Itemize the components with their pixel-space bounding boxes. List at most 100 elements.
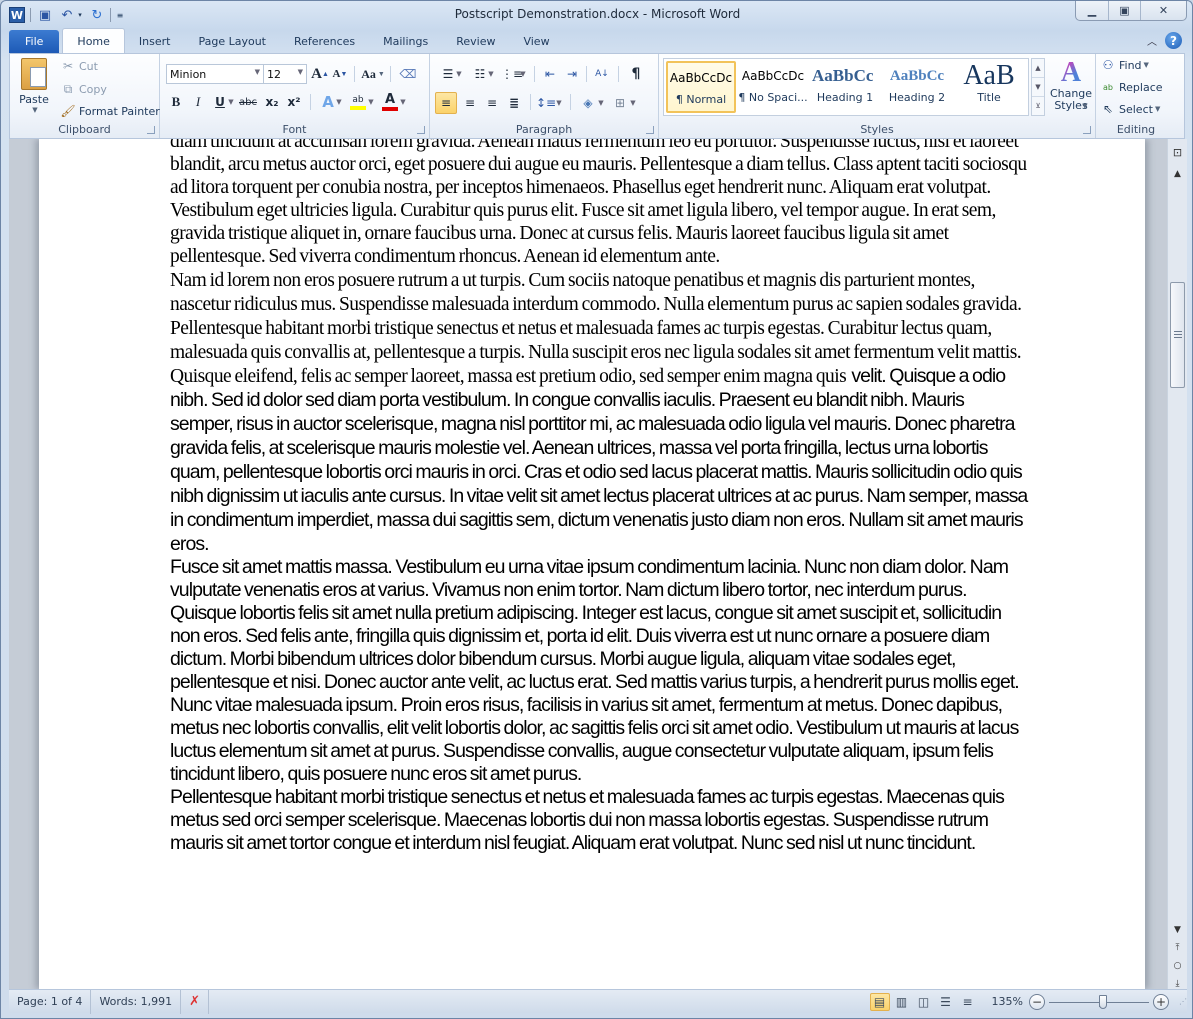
style-no-spacing[interactable]: AaBbCcDc ¶ No Spaci...	[738, 61, 808, 113]
shading-icon[interactable]: ◈	[578, 93, 598, 113]
align-left-button[interactable]: ≡	[435, 92, 457, 114]
borders-dropdown-icon[interactable]: ▼	[628, 93, 638, 113]
underline-dropdown-icon[interactable]: ▼	[226, 92, 236, 112]
minimize-ribbon-icon[interactable]: ︿	[1147, 33, 1157, 48]
restore-icon[interactable]: ▣	[1108, 1, 1140, 20]
grow-font-icon[interactable]: A ▲	[310, 64, 330, 84]
scroll-up-icon[interactable]: ▲	[1168, 165, 1187, 183]
numbering-dropdown-icon[interactable]: ▼	[486, 64, 496, 84]
zoom-slider-thumb[interactable]	[1099, 994, 1108, 1009]
select-button[interactable]: ⇖ Select ▼	[1100, 101, 1160, 117]
font-size-combo[interactable]: 12 ▼	[263, 64, 307, 84]
tab-insert[interactable]: Insert	[125, 30, 185, 53]
close-icon[interactable]: ✕	[1140, 1, 1186, 20]
font-color-dropdown-icon[interactable]: ▼	[398, 92, 408, 112]
full-screen-reading-view-icon[interactable]: ▥	[892, 993, 912, 1011]
text-effects-dropdown-icon[interactable]: ▼	[334, 92, 344, 112]
paragraph-launcher-icon[interactable]	[646, 126, 654, 134]
font-color-icon[interactable]: A	[380, 92, 400, 112]
gallery-scroll: ▲ ▼ ⊻	[1031, 58, 1045, 116]
bullets-dropdown-icon[interactable]: ▼	[454, 64, 464, 84]
font-name-combo[interactable]: Minion ▼	[166, 64, 264, 84]
proofing-error-icon[interactable]: ✗	[181, 989, 210, 1014]
change-styles-icon: A	[1060, 57, 1082, 88]
resize-grip-icon[interactable]: ⋰	[1169, 997, 1187, 1006]
tab-file[interactable]: File	[9, 30, 60, 53]
web-layout-view-icon[interactable]: ◫	[914, 993, 934, 1011]
vertical-scrollbar[interactable]: ⊡ ▲ ▼ ⤒ ○ ⤓	[1167, 139, 1187, 989]
sort-icon[interactable]: A↓	[592, 64, 612, 84]
decrease-indent-icon[interactable]: ⇤	[540, 64, 560, 84]
tab-home[interactable]: Home	[62, 28, 125, 53]
paragraph-2[interactable]: Nam id lorem non eros posuere rutrum a u…	[170, 268, 1030, 556]
print-layout-view-icon[interactable]: ▤	[869, 992, 890, 1011]
paragraph-1[interactable]: diam tincidunt at accumsan lorem gravida…	[170, 139, 1030, 268]
draft-view-icon[interactable]: ≡	[958, 993, 978, 1011]
scrollbar-thumb[interactable]	[1170, 281, 1185, 388]
style-heading-1[interactable]: AaBbCc Heading 1	[810, 61, 880, 113]
line-spacing-icon[interactable]: ↕≡	[536, 93, 556, 113]
style-normal[interactable]: AaBbCcDc ¶ Normal	[666, 61, 736, 113]
styles-launcher-icon[interactable]	[1083, 126, 1091, 134]
align-right-button[interactable]: ≡	[482, 93, 502, 113]
replace-button[interactable]: ab Replace	[1100, 79, 1163, 95]
zoom-out-icon[interactable]: −	[1029, 993, 1045, 1010]
clipboard-launcher-icon[interactable]	[147, 126, 155, 134]
shading-dropdown-icon[interactable]: ▼	[596, 93, 606, 113]
cut-button[interactable]: ✂ Cut	[60, 58, 98, 74]
zoom-level[interactable]: 135%	[986, 995, 1029, 1008]
minimize-icon[interactable]: ▁	[1076, 1, 1108, 20]
paste-button[interactable]: Paste ▼	[16, 58, 52, 118]
outline-view-icon[interactable]: ☰	[936, 993, 956, 1011]
paragraph-4[interactable]: Pellentesque habitant morbi tristique se…	[170, 786, 1030, 855]
multilevel-dropdown-icon[interactable]: ▼	[518, 64, 528, 84]
highlight-dropdown-icon[interactable]: ▼	[366, 92, 376, 112]
clear-formatting-icon[interactable]: ⌫	[398, 64, 418, 84]
gallery-scroll-up-icon[interactable]: ▲	[1032, 59, 1044, 78]
show-formatting-button[interactable]: ¶	[626, 64, 646, 84]
tab-view[interactable]: View	[509, 30, 563, 53]
page-count[interactable]: Page: 1 of 4	[9, 989, 92, 1014]
subscript-button[interactable]: x₂	[262, 92, 282, 112]
highlight-color-icon[interactable]: ab	[348, 92, 368, 112]
ruler-toggle-icon[interactable]: ⊡	[1168, 143, 1187, 161]
tab-mailings[interactable]: Mailings	[369, 30, 442, 53]
style-heading-2[interactable]: AaBbCc Heading 2	[882, 61, 952, 113]
change-styles-button[interactable]: A Change Styles ▼	[1049, 58, 1093, 112]
style-title[interactable]: AaB Title	[954, 61, 1024, 113]
shrink-font-icon[interactable]: A ▼	[330, 64, 350, 84]
browse-object-icon[interactable]: ○	[1168, 957, 1187, 975]
align-center-button[interactable]: ≡	[460, 93, 480, 113]
tab-references[interactable]: References	[280, 30, 369, 53]
font-launcher-icon[interactable]	[417, 126, 425, 134]
strikethrough-button[interactable]: abc	[238, 92, 258, 112]
scroll-down-icon[interactable]: ▼	[1168, 921, 1187, 939]
justify-button[interactable]: ≣	[504, 93, 524, 113]
scissors-icon: ✂	[62, 59, 74, 73]
increase-indent-icon[interactable]: ⇥	[562, 64, 582, 84]
copy-button[interactable]: ⧉ Copy	[60, 81, 107, 97]
gallery-scroll-down-icon[interactable]: ▼	[1032, 78, 1044, 97]
paragraph-3[interactable]: Fusce sit amet mattis massa. Vestibulum …	[170, 556, 1030, 786]
word-count[interactable]: Words: 1,991	[91, 989, 182, 1014]
previous-page-icon[interactable]: ⤒	[1168, 939, 1187, 957]
find-button[interactable]: ⚇ Find ▼	[1100, 57, 1149, 73]
borders-icon[interactable]: ⊞	[610, 93, 630, 113]
page-content[interactable]: diam tincidunt at accumsan lorem gravida…	[170, 139, 1030, 855]
copy-icon: ⧉	[63, 81, 73, 96]
help-icon[interactable]: ?	[1165, 32, 1182, 49]
replace-icon: ab	[1103, 82, 1113, 92]
zoom-slider[interactable]	[1049, 994, 1149, 1010]
zoom-in-icon[interactable]: +	[1153, 993, 1169, 1010]
format-painter-button[interactable]: 🖌 Format Painter	[60, 103, 159, 119]
tab-review[interactable]: Review	[442, 30, 509, 53]
gallery-more-icon[interactable]: ⊻	[1032, 97, 1044, 115]
document-page[interactable]: diam tincidunt at accumsan lorem gravida…	[39, 139, 1145, 989]
tab-page-layout[interactable]: Page Layout	[184, 30, 280, 53]
bold-button[interactable]: B	[166, 92, 186, 112]
superscript-button[interactable]: x²	[284, 92, 304, 112]
line-spacing-dropdown-icon[interactable]: ▼	[554, 93, 564, 113]
change-case-button[interactable]: Aa ▼	[360, 64, 386, 84]
italic-button[interactable]: I	[188, 92, 208, 112]
ribbon: Paste ▼ ✂ Cut ⧉ Copy 🖌 Format Painter Cl…	[9, 53, 1185, 139]
